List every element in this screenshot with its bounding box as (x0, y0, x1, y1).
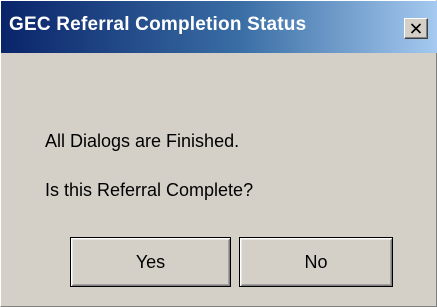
message-dialogs-finished: All Dialogs are Finished. (45, 131, 240, 151)
message-referral-question: Is this Referral Complete? (45, 180, 254, 200)
dialog-window: GEC Referral Completion Status All Dialo… (0, 0, 437, 307)
yes-button[interactable]: Yes (70, 237, 231, 287)
window-title: GEC Referral Completion Status (9, 14, 307, 35)
close-button[interactable] (404, 18, 428, 39)
no-button[interactable]: No (239, 237, 393, 287)
close-icon (410, 23, 422, 34)
title-bar[interactable]: GEC Referral Completion Status (1, 1, 437, 53)
